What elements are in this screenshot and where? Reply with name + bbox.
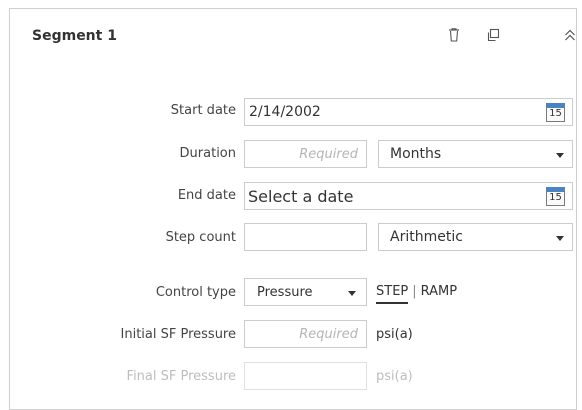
segment-title: Segment 1 xyxy=(32,28,117,44)
chevron-down-icon xyxy=(556,153,564,158)
start-date-input[interactable]: 2/14/2002 15 xyxy=(244,98,573,126)
final-sf-pressure-input xyxy=(244,362,367,390)
calendar-icon[interactable]: 15 xyxy=(546,103,565,122)
step-option[interactable]: STEP xyxy=(376,284,409,304)
end-date-label: End date xyxy=(177,188,236,203)
step-type-value: Arithmetic xyxy=(390,229,463,245)
calendar-icon[interactable]: 15 xyxy=(546,187,565,206)
duration-placeholder: Required xyxy=(299,147,358,162)
control-type-value: Pressure xyxy=(257,285,313,300)
toggle-separator: | xyxy=(412,284,417,299)
start-date-label: Start date xyxy=(170,103,236,118)
initial-sf-pressure-label: Initial SF Pressure xyxy=(120,327,236,342)
initial-sf-pressure-unit: psi(a) xyxy=(376,327,413,342)
control-type-label: Control type xyxy=(155,285,236,300)
initial-sf-pressure-input[interactable]: Required xyxy=(244,320,367,348)
trash-icon[interactable] xyxy=(444,25,464,45)
segment-panel: Segment 1 Start date 2/14/2002 15 Durati… xyxy=(9,8,577,410)
end-date-input[interactable]: Select a date 15 xyxy=(244,182,573,210)
duration-unit-value: Months xyxy=(390,146,442,162)
final-sf-pressure-unit: psi(a) xyxy=(376,369,413,384)
copy-icon[interactable] xyxy=(483,25,503,45)
duration-unit-select[interactable]: Months xyxy=(378,140,573,168)
step-count-label: Step count xyxy=(165,230,236,245)
duration-label: Duration xyxy=(179,146,236,161)
chevron-down-icon xyxy=(348,291,356,296)
step-type-select[interactable]: Arithmetic xyxy=(378,223,573,251)
start-date-value: 2/14/2002 xyxy=(249,104,321,120)
chevron-up-double-icon[interactable] xyxy=(560,25,580,45)
chevron-down-icon xyxy=(556,236,564,241)
initial-sf-pressure-placeholder: Required xyxy=(299,327,358,342)
step-ramp-toggle: STEP | RAMP xyxy=(376,284,457,304)
ramp-option[interactable]: RAMP xyxy=(421,284,457,299)
step-count-input[interactable] xyxy=(244,223,367,251)
control-type-select[interactable]: Pressure xyxy=(244,278,367,306)
end-date-placeholder: Select a date xyxy=(248,187,354,206)
final-sf-pressure-label: Final SF Pressure xyxy=(126,369,236,384)
calendar-day: 15 xyxy=(549,108,562,119)
calendar-day: 15 xyxy=(549,192,562,203)
duration-input[interactable]: Required xyxy=(244,140,367,168)
